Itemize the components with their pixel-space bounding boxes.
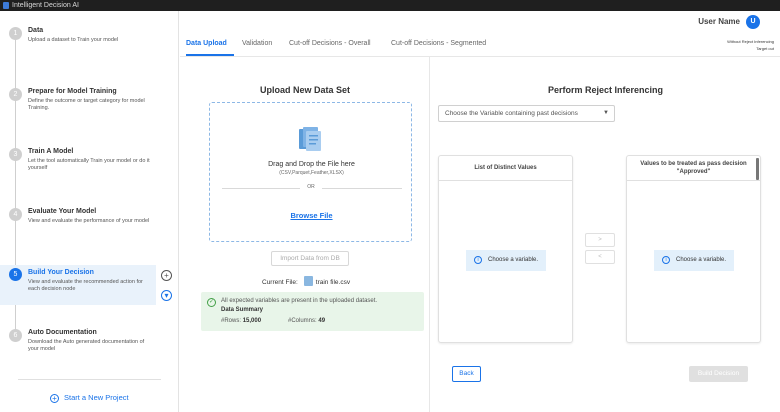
avatar[interactable]: U — [746, 15, 760, 29]
step-description: View and evaluate the performance of you… — [28, 218, 150, 224]
info-icon: i — [662, 256, 670, 264]
move-right-button[interactable]: > — [585, 233, 615, 247]
sidebar-divider — [18, 379, 161, 380]
target-out-label: Target out — [756, 46, 774, 51]
scrollbar[interactable] — [756, 158, 759, 180]
main-content: User Name U Data Upload Validation Cut-o… — [180, 11, 780, 412]
columns-label: #Columns: — [288, 318, 317, 324]
upload-panel: Upload New Data Set Drag and Drop the Fi… — [180, 57, 430, 412]
step-title: Prepare for Model Training — [28, 88, 117, 95]
choose-variable-hint: i Choose a variable. — [654, 250, 734, 271]
distinct-values-title: List of Distinct Values — [474, 165, 537, 171]
step-number: 5 — [9, 268, 22, 281]
add-node-icon[interactable]: + — [161, 270, 172, 281]
step-evaluate[interactable]: 4 Evaluate Your Model View and evaluate … — [0, 204, 179, 244]
step-build-decision[interactable]: 5 Build Your Decision View and evaluate … — [0, 265, 156, 305]
caret-down-icon: ▼ — [603, 110, 609, 116]
reject-inferencing-panel: Perform Reject Inferencing Choose the Va… — [431, 57, 780, 412]
plus-circle-icon: + — [50, 394, 59, 403]
pass-values-list[interactable]: Values to be treated as pass decision "A… — [626, 155, 761, 343]
rows-value: 15,000 — [242, 318, 262, 324]
import-db-button[interactable]: Import Data from DB — [271, 251, 349, 266]
check-circle-icon: ✓ — [207, 298, 216, 307]
move-left-button[interactable]: < — [585, 250, 615, 264]
step-number: 1 — [9, 27, 22, 40]
current-file: Current File: train file.csv — [262, 276, 350, 286]
step-number: 4 — [9, 208, 22, 221]
step-number: 6 — [9, 329, 22, 342]
past-decision-variable-select[interactable]: Choose the Variable containing past deci… — [438, 105, 615, 122]
pass-values-header: Values to be treated as pass decision "A… — [627, 156, 760, 181]
step-description: Let the tool automatically Train your mo… — [28, 158, 150, 171]
reject-title: Perform Reject Inferencing — [547, 85, 664, 95]
step-number: 2 — [9, 88, 22, 101]
hint-text: Choose a variable. — [676, 257, 727, 263]
step-description: Upload a dataset to Train your model — [28, 37, 119, 43]
select-value: Choose the Variable containing past deci… — [445, 110, 578, 117]
step-description: Define the outcome or target category fo… — [28, 98, 145, 111]
expand-icon[interactable]: ▾ — [161, 290, 172, 301]
step-title: Data — [28, 27, 44, 34]
current-file-label: Current File: — [262, 279, 298, 286]
or-label: OR — [300, 184, 322, 190]
tab-cutoff-segmented[interactable]: Cut-off Decisions - Segmented — [391, 40, 486, 47]
step-description: View and evaluate the recommended action… — [28, 279, 143, 292]
choose-variable-hint: i Choose a variable. — [466, 250, 546, 271]
hint-text: Choose a variable. — [488, 257, 539, 263]
tab-cutoff-overall[interactable]: Cut-off Decisions - Overall — [289, 40, 371, 47]
info-icon: i — [474, 256, 482, 264]
tab-validation[interactable]: Validation — [242, 40, 272, 47]
app-icon — [3, 2, 9, 9]
reject-inferencing-toggle[interactable]: Without Reject Inferencing — [727, 39, 774, 44]
distinct-values-list[interactable]: List of Distinct Values i Choose a variab… — [438, 155, 573, 343]
documents-icon — [299, 127, 321, 151]
columns-value: 49 — [318, 318, 326, 324]
pass-values-subtitle: "Approved" — [676, 169, 711, 175]
distinct-values-header: List of Distinct Values — [439, 156, 572, 181]
file-dropzone[interactable]: Drag and Drop the File here (CSV,Parquet… — [209, 102, 412, 242]
file-icon — [303, 276, 313, 286]
new-project-label: Start a New Project — [64, 393, 129, 402]
step-prepare[interactable]: 2 Prepare for Model Training Define the … — [0, 84, 179, 124]
tab-data-upload[interactable]: Data Upload — [186, 40, 227, 47]
window-titlebar: Intelligent Decision AI — [0, 0, 780, 11]
columns-stat: #Columns: 49 — [288, 318, 325, 324]
success-message: All expected variables are present in th… — [221, 298, 378, 304]
upload-success-alert: ✓ All expected variables are present in … — [201, 292, 424, 331]
upload-title: Upload New Data Set — [259, 85, 351, 95]
user-name[interactable]: User Name — [698, 17, 740, 26]
window-title: Intelligent Decision AI — [12, 2, 79, 9]
step-title: Train A Model — [28, 148, 74, 155]
step-train[interactable]: 3 Train A Model Let the tool automatical… — [0, 144, 179, 184]
new-project-button[interactable]: + Start a New Project — [50, 393, 129, 403]
steps-sidebar: 1 Data Upload a dataset to Train your mo… — [0, 11, 179, 412]
build-decision-button[interactable]: Build Decision — [689, 366, 748, 382]
back-button[interactable]: Back — [452, 366, 481, 382]
browse-file-link[interactable]: Browse File — [210, 211, 413, 220]
rows-label: #Rows: — [221, 318, 242, 324]
step-auto-documentation[interactable]: 6 Auto Documentation Download the Auto g… — [0, 325, 179, 365]
step-number: 3 — [9, 148, 22, 161]
current-file-name: train file.csv — [315, 279, 351, 286]
drop-instruction: Drag and Drop the File here — [268, 161, 355, 168]
step-title: Build Your Decision — [28, 269, 94, 276]
step-title: Evaluate Your Model — [28, 208, 97, 215]
rows-stat: #Rows: 15,000 — [221, 318, 261, 324]
supported-formats: (CSV,Parquet,Feather,XLSX) — [279, 170, 344, 176]
pass-values-title: Values to be treated as pass decision — [640, 161, 747, 167]
step-data[interactable]: 1 Data Upload a dataset to Train your mo… — [0, 23, 179, 53]
step-description: Download the Auto generated documentatio… — [28, 339, 145, 352]
step-title: Auto Documentation — [28, 329, 97, 336]
data-summary-title: Data Summary — [221, 307, 264, 313]
